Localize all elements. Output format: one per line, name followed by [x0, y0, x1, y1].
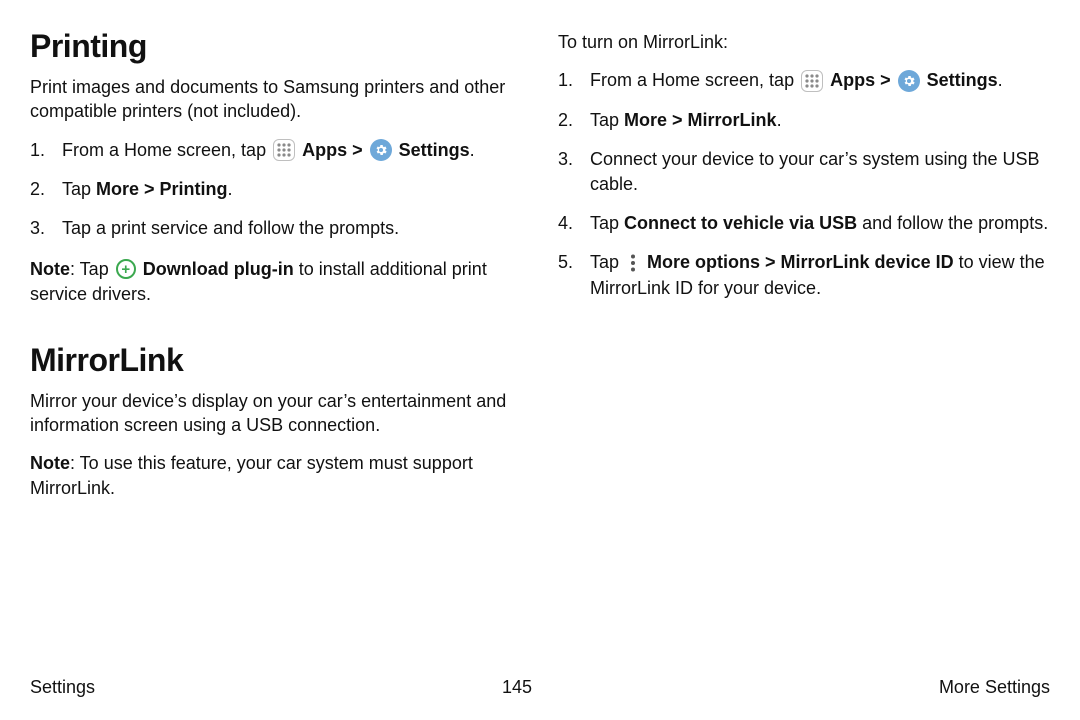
step-text: From a Home screen, tap	[590, 70, 799, 90]
printing-step-3: Tap a print service and follow the promp…	[30, 216, 522, 241]
apps-icon	[273, 139, 295, 161]
note-bold: Download plug-in	[143, 259, 294, 279]
step-text: Tap	[590, 213, 624, 233]
step-text: Tap	[590, 110, 624, 130]
step-bold: More > MirrorLink	[624, 110, 777, 130]
footer-page-number: 145	[502, 677, 532, 698]
apps-label: Apps	[830, 70, 875, 90]
plus-icon: +	[116, 259, 136, 279]
printing-steps: From a Home screen, tap Apps > Settings.…	[30, 138, 522, 242]
step-post: .	[470, 140, 475, 160]
step-bold: More > Printing	[96, 179, 228, 199]
mirrorlink-intro: Mirror your device’s display on your car…	[30, 389, 522, 438]
page-columns: Printing Print images and documents to S…	[30, 24, 1050, 512]
step-bold: Connect to vehicle via USB	[624, 213, 857, 233]
mirrorlink-lead: To turn on MirrorLink:	[558, 30, 1050, 54]
step-text: Tap	[62, 179, 96, 199]
apps-label: Apps	[302, 140, 347, 160]
step-post: and follow the prompts.	[857, 213, 1048, 233]
printing-intro: Print images and documents to Samsung pr…	[30, 75, 522, 124]
heading-printing: Printing	[30, 28, 522, 65]
page-footer: Settings 145 More Settings	[30, 677, 1050, 698]
apps-icon	[801, 70, 823, 92]
mirrorlink-note: Note: To use this feature, your car syst…	[30, 451, 522, 501]
printing-note: Note: Tap + Download plug-in to install …	[30, 257, 522, 307]
step-post: .	[998, 70, 1003, 90]
more-options-icon	[626, 252, 640, 274]
step-text: From a Home screen, tap	[62, 140, 271, 160]
mirrorlink-step-2: Tap More > MirrorLink.	[558, 108, 1050, 133]
breadcrumb-sep: >	[880, 70, 896, 90]
step-post: .	[777, 110, 782, 130]
mirrorlink-step-3: Connect your device to your car’s system…	[558, 147, 1050, 197]
printing-step-2: Tap More > Printing.	[30, 177, 522, 202]
settings-icon	[370, 139, 392, 161]
right-column: To turn on MirrorLink: From a Home scree…	[558, 24, 1050, 512]
note-label: Note	[30, 259, 70, 279]
mirrorlink-step-4: Tap Connect to vehicle via USB and follo…	[558, 211, 1050, 236]
settings-label: Settings	[399, 140, 470, 160]
heading-mirrorlink: MirrorLink	[30, 342, 522, 379]
footer-left: Settings	[30, 677, 95, 698]
settings-label: Settings	[927, 70, 998, 90]
step-post: .	[228, 179, 233, 199]
breadcrumb-sep: >	[352, 140, 368, 160]
mirrorlink-step-1: From a Home screen, tap Apps > Settings.	[558, 68, 1050, 93]
mirrorlink-steps: From a Home screen, tap Apps > Settings.…	[558, 68, 1050, 300]
footer-right: More Settings	[939, 677, 1050, 698]
note-pre: : Tap	[70, 259, 114, 279]
printing-step-1: From a Home screen, tap Apps > Settings.	[30, 138, 522, 163]
left-column: Printing Print images and documents to S…	[30, 24, 522, 512]
note-post: : To use this feature, your car system m…	[30, 453, 473, 498]
settings-icon	[898, 70, 920, 92]
step-text: Tap	[590, 252, 624, 272]
note-label: Note	[30, 453, 70, 473]
step-bold: More options > MirrorLink device ID	[647, 252, 954, 272]
mirrorlink-step-5: Tap More options > MirrorLink device ID …	[558, 250, 1050, 300]
